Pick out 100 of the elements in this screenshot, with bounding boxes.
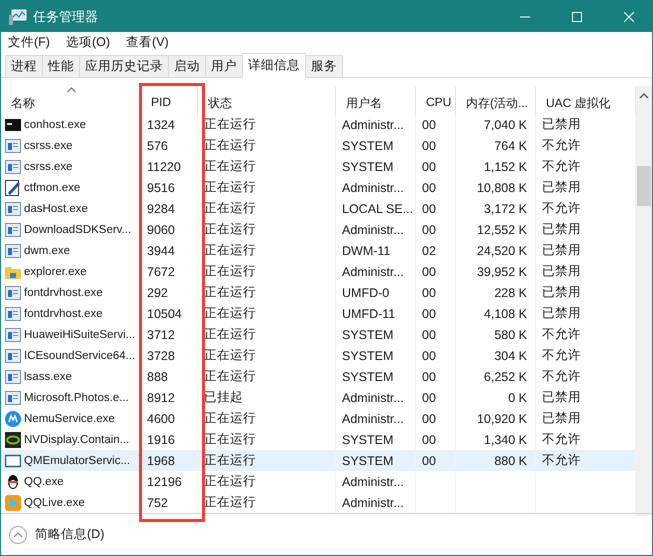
table-cell: fontdrvhost.exe bbox=[24, 308, 103, 320]
table-cell: 9060 bbox=[147, 222, 175, 236]
table-row[interactable]: fontdrvhost.exe 10504 正在运行 UMFD-11 00 4,108 K 已禁用 bbox=[1, 303, 636, 324]
table-cell: Administr... bbox=[342, 264, 404, 278]
table-cell: 00 bbox=[422, 222, 436, 236]
table-row[interactable]: QQ.exe 12196 正在运行 Administr... bbox=[1, 471, 636, 492]
table-cell: 正在运行 bbox=[204, 179, 256, 196]
table-row[interactable]: NemuService.exe 4600 正在运行 Administr... 00 10,920 K 已禁用 bbox=[1, 408, 636, 429]
table-cell: 正在运行 bbox=[204, 326, 256, 343]
table-row[interactable]: csrss.exe 576 正在运行 SYSTEM 00 764 K 不允许 bbox=[1, 135, 636, 156]
table-cell: 正在运行 bbox=[204, 158, 256, 175]
table-cell: 7672 bbox=[147, 264, 175, 278]
tab[interactable]: 用户 bbox=[205, 55, 243, 77]
column-header[interactable]: 用户名 bbox=[336, 86, 416, 114]
table-cell: 正在运行 bbox=[204, 410, 256, 427]
table-cell: NemuService.exe bbox=[24, 412, 115, 424]
tab[interactable]: 启动 bbox=[168, 55, 206, 77]
play-icon bbox=[5, 494, 21, 510]
table-cell: 正在运行 bbox=[204, 263, 256, 280]
table-cell: 正在运行 bbox=[204, 221, 256, 238]
table-row[interactable]: dwm.exe 3944 正在运行 DWM-11 02 24,520 K 已禁用 bbox=[1, 240, 636, 261]
window-icon bbox=[5, 158, 21, 174]
table-cell: ICEsoundService64... bbox=[24, 350, 136, 362]
column-header[interactable]: PID bbox=[141, 86, 198, 114]
window-frame-icon bbox=[5, 452, 21, 468]
window-icon bbox=[5, 326, 21, 342]
table-cell: SYSTEM bbox=[342, 138, 394, 152]
table-row[interactable]: DownloadSDKServ... 9060 正在运行 Administr... 00 12,552 K 已禁用 bbox=[1, 219, 636, 240]
table-cell: dasHost.exe bbox=[24, 202, 88, 214]
table-cell: 00 bbox=[422, 160, 436, 174]
menu-item[interactable]: 文件(F) bbox=[8, 34, 50, 51]
table-cell: 已禁用 bbox=[542, 410, 581, 427]
table-cell: DWM-11 bbox=[342, 244, 390, 258]
table-cell: 00 bbox=[422, 348, 436, 362]
tab[interactable]: 应用历史记录 bbox=[79, 55, 169, 77]
table-cell: 已禁用 bbox=[542, 242, 581, 259]
table-cell: 10,808 K bbox=[476, 180, 527, 194]
table-cell: SYSTEM bbox=[342, 160, 394, 174]
table-cell: 6,252 K bbox=[484, 370, 527, 384]
table-row[interactable]: conhost.exe 1324 正在运行 Administr... 00 7,040 K 已禁用 bbox=[1, 114, 636, 135]
tab[interactable]: 详细信息 bbox=[242, 53, 306, 78]
table-row[interactable]: QMEmulatorServic... 1968 正在运行 SYSTEM 00 880 K 不允许 bbox=[1, 450, 636, 471]
tab[interactable]: 性能 bbox=[42, 55, 80, 77]
window-icon bbox=[5, 390, 21, 406]
table-cell: DownloadSDKServ... bbox=[24, 224, 132, 236]
column-header[interactable]: 名称 bbox=[1, 86, 141, 114]
circle-logo-icon bbox=[5, 410, 21, 426]
column-header[interactable]: CPU bbox=[416, 86, 456, 114]
table-row[interactable]: ICEsoundService64... 3728 正在运行 SYSTEM 00 304 K 不允许 bbox=[1, 345, 636, 366]
table-cell: 正在运行 bbox=[204, 368, 256, 385]
table-cell: 11220 bbox=[147, 160, 181, 174]
column-header[interactable]: 内存(活动... bbox=[456, 86, 536, 114]
table-row[interactable]: Microsoft.Photos.e... 8912 已挂起 Administr... 00 0 K 已禁用 bbox=[1, 387, 636, 408]
table-cell: 228 K bbox=[494, 286, 527, 300]
table-cell: 1968 bbox=[147, 454, 175, 468]
column-header[interactable]: 状态 bbox=[198, 86, 336, 114]
tab[interactable]: 进程 bbox=[5, 55, 43, 77]
table-cell: 不允许 bbox=[542, 326, 581, 343]
table-cell: csrss.exe bbox=[24, 140, 73, 152]
table-cell: SYSTEM bbox=[342, 454, 394, 468]
tab[interactable]: 服务 bbox=[305, 55, 343, 77]
menu-item[interactable]: 查看(V) bbox=[126, 34, 169, 51]
table-cell: 00 bbox=[422, 180, 436, 194]
table-cell: Administr... bbox=[342, 118, 404, 132]
table-row[interactable]: dasHost.exe 9284 正在运行 LOCAL SE... 00 3,172 K 不允许 bbox=[1, 198, 636, 219]
penguin-icon bbox=[5, 474, 21, 490]
table-cell: 1,152 K bbox=[484, 160, 527, 174]
table-cell: 已禁用 bbox=[542, 305, 581, 322]
table-cell: LOCAL SE... bbox=[342, 202, 414, 216]
table-cell: 不允许 bbox=[542, 431, 581, 448]
table-cell: fontdrvhost.exe bbox=[24, 286, 103, 298]
table-cell: Administr... bbox=[342, 390, 404, 404]
table-cell: 不允许 bbox=[542, 137, 581, 154]
table-row[interactable]: fontdrvhost.exe 292 正在运行 UMFD-0 00 228 K 已禁用 bbox=[1, 282, 636, 303]
window-icon bbox=[5, 138, 21, 154]
table-row[interactable]: ctfmon.exe 9516 正在运行 Administr... 00 10,808 K 已禁用 bbox=[1, 177, 636, 198]
collapse-details-button[interactable]: 简略信息(D) bbox=[9, 526, 104, 544]
table-cell: QMEmulatorServic... bbox=[24, 454, 130, 466]
table-row[interactable]: QQLive.exe 752 正在运行 Administr... bbox=[1, 492, 636, 513]
table-cell: explorer.exe bbox=[24, 266, 87, 278]
table-cell: 正在运行 bbox=[204, 452, 256, 469]
table-cell: 正在运行 bbox=[204, 473, 256, 490]
table-cell: 00 bbox=[422, 264, 436, 278]
table-cell: Administr... bbox=[342, 474, 404, 488]
table-cell: SYSTEM bbox=[342, 328, 394, 342]
close-icon bbox=[624, 12, 634, 22]
scrollbar-drawing[interactable] bbox=[636, 86, 652, 516]
table-cell: csrss.exe bbox=[24, 160, 73, 172]
table-cell: 正在运行 bbox=[204, 494, 256, 511]
table-row[interactable]: lsass.exe 888 正在运行 SYSTEM 00 6,252 K 不允许 bbox=[1, 366, 636, 387]
sort-caret-icon bbox=[67, 87, 76, 93]
table-cell: 00 bbox=[422, 370, 436, 384]
menu-item[interactable]: 选项(O) bbox=[66, 34, 110, 51]
table-cell: 00 bbox=[422, 328, 436, 342]
table-row[interactable]: HuaweiHiSuiteServi... 3712 正在运行 SYSTEM 00 580 K 不允许 bbox=[1, 324, 636, 345]
window-icon bbox=[5, 348, 21, 364]
table-cell: 4600 bbox=[147, 412, 175, 426]
table-cell: 不允许 bbox=[542, 368, 581, 385]
table-row[interactable]: csrss.exe 11220 正在运行 SYSTEM 00 1,152 K 不允许 bbox=[1, 156, 636, 177]
table-row[interactable]: explorer.exe 7672 正在运行 Administr... 00 39,952 K 已禁用 bbox=[1, 261, 636, 282]
